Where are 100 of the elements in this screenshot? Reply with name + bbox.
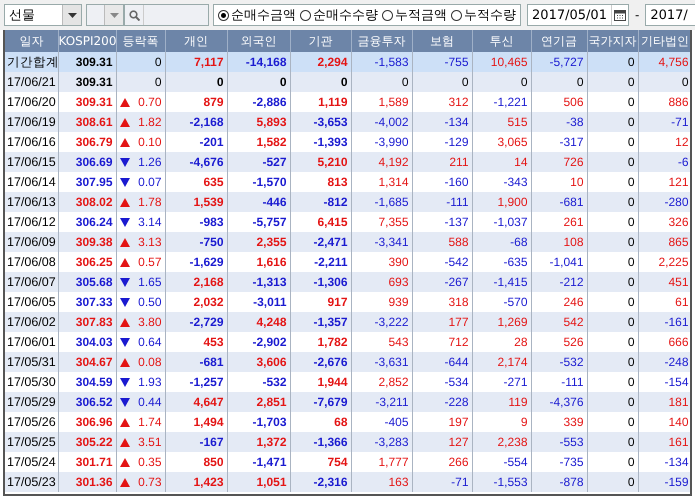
column-header[interactable]: 연기금 — [531, 30, 587, 52]
table-cell: 2,168 — [165, 272, 227, 292]
column-header[interactable]: 개인 — [165, 30, 227, 52]
radio-option[interactable]: 순매수금액 — [218, 6, 296, 24]
column-header[interactable]: 투신 — [472, 30, 531, 52]
table-cell: 305.68 — [58, 272, 116, 292]
change-value: 1.78 — [138, 194, 162, 210]
start-date-field[interactable]: 2017/05/01 — [527, 4, 629, 26]
table-cell: 2,174 — [472, 352, 531, 372]
date-cell: 17/05/25 — [5, 432, 58, 452]
table-cell: 308.02 — [58, 192, 116, 212]
table-cell: 161 — [638, 432, 690, 452]
table-cell: -878 — [531, 472, 587, 492]
table-cell: 163 — [351, 472, 412, 492]
table-cell: -267 — [412, 272, 472, 292]
column-header[interactable]: 금융투자 — [351, 30, 412, 52]
date-cell: 17/06/07 — [5, 272, 58, 292]
column-header[interactable]: 국가지자 — [587, 30, 638, 52]
table-cell: -228 — [412, 392, 472, 412]
table-cell: 4,192 — [351, 152, 412, 172]
code-dropdown[interactable] — [86, 4, 124, 26]
change-value: 0.44 — [138, 394, 162, 410]
table-cell: 451 — [638, 272, 690, 292]
end-date-field[interactable]: 2017/ — [645, 4, 695, 26]
table-cell: 108 — [531, 232, 587, 252]
table-cell: -111 — [412, 192, 472, 212]
table-cell: 305.22 — [58, 432, 116, 452]
column-header[interactable]: 외국인 — [227, 30, 290, 52]
date-cell: 17/06/02 — [5, 312, 58, 332]
column-header[interactable]: 일자 — [5, 30, 58, 52]
table-cell: 0 — [472, 72, 531, 92]
table-cell: 0 — [290, 72, 351, 92]
table-cell: -2,316 — [290, 472, 351, 492]
table-cell: 515 — [472, 112, 531, 132]
table-cell: -2,168 — [165, 112, 227, 132]
table-cell: -681 — [531, 192, 587, 212]
table-cell: 542 — [531, 312, 587, 332]
table-cell: 0 — [587, 352, 638, 372]
column-header[interactable]: 보험 — [412, 30, 472, 52]
dropdown-caret-icon — [68, 12, 77, 18]
radio-button[interactable] — [218, 10, 230, 20]
radio-button[interactable] — [300, 10, 312, 20]
table-cell: -167 — [165, 432, 227, 452]
table-cell: 309.38 — [58, 232, 116, 252]
table-cell: -4,676 — [165, 152, 227, 172]
table-cell: 7,117 — [165, 52, 227, 72]
table-cell: -7,679 — [290, 392, 351, 412]
table-cell: -134 — [412, 112, 472, 132]
table-cell: 304.67 — [58, 352, 116, 372]
table-cell: 309.31 — [58, 52, 116, 72]
table-cell: 119 — [472, 392, 531, 412]
radio-option[interactable]: 순매수수량 — [300, 6, 378, 24]
table-cell: -2,676 — [290, 352, 351, 372]
table-cell: 865 — [638, 232, 690, 252]
column-header[interactable]: 기관 — [290, 30, 351, 52]
table-cell: 2,294 — [290, 52, 351, 72]
change-value: 3.13 — [138, 234, 162, 250]
calendar-icon — [614, 9, 626, 21]
table-cell: -644 — [412, 352, 472, 372]
table-cell: -71 — [638, 112, 690, 132]
table-cell: 306.69 — [58, 152, 116, 172]
change-value: 0.50 — [138, 294, 162, 310]
table-cell: 4,248 — [227, 312, 290, 332]
table-cell: 0 — [587, 312, 638, 332]
table-cell: -3,211 — [351, 392, 412, 412]
table-cell: -446 — [227, 192, 290, 212]
table-cell: 0 — [531, 72, 587, 92]
table-cell: -532 — [531, 352, 587, 372]
summary-label: 기간합계 — [5, 52, 58, 72]
change-value: 0.35 — [138, 454, 162, 470]
change-value: 3.14 — [138, 214, 162, 230]
market-dropdown[interactable]: 선물 — [4, 4, 82, 26]
table-cell: -68 — [472, 232, 531, 252]
change-value: 0 — [154, 74, 162, 90]
table-cell: -161 — [638, 312, 690, 332]
table-cell: -38 — [531, 112, 587, 132]
table-cell: 127 — [412, 432, 472, 452]
table-cell: 307.83 — [58, 312, 116, 332]
change-value: 0.07 — [138, 174, 162, 190]
table-cell: -4,002 — [351, 112, 412, 132]
date-separator: - — [634, 8, 640, 22]
column-header[interactable]: 등락폭 — [116, 30, 165, 52]
radio-button[interactable] — [382, 10, 394, 20]
search-field[interactable] — [124, 4, 210, 26]
table-cell: -1,357 — [290, 312, 351, 332]
change-value: 0.10 — [138, 134, 162, 150]
table-cell: 2,851 — [227, 392, 290, 412]
table-cell: -5,727 — [531, 52, 587, 72]
radio-option[interactable]: 누적수량 — [451, 6, 516, 24]
date-cell: 17/06/19 — [5, 112, 58, 132]
change-value: 1.65 — [138, 274, 162, 290]
table-cell: -1,553 — [472, 472, 531, 492]
table-cell: 1,539 — [165, 192, 227, 212]
radio-button[interactable] — [451, 10, 462, 20]
radio-option[interactable]: 누적금액 — [382, 6, 448, 24]
table-cell: 5,893 — [227, 112, 290, 132]
table-cell: 4,756 — [638, 52, 690, 72]
column-header[interactable]: 기타법인 — [638, 30, 690, 52]
table-cell: 2,238 — [472, 432, 531, 452]
table-cell: 177 — [412, 312, 472, 332]
